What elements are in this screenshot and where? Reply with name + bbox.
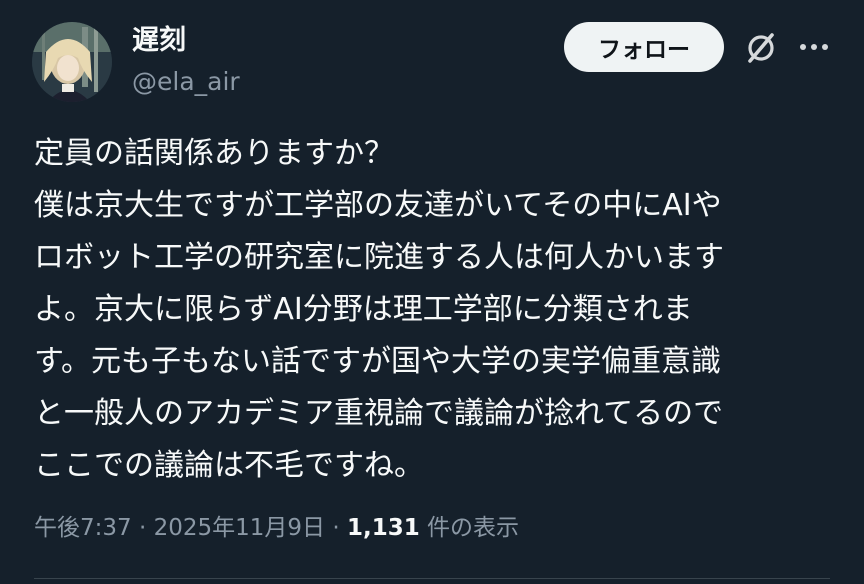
- more-dots-icon[interactable]: [796, 29, 832, 65]
- view-count: 1,131: [346, 515, 420, 541]
- user-avatar-image: [32, 22, 112, 102]
- post-date[interactable]: 2025年11月9日: [154, 515, 325, 541]
- meta-separator: ·: [131, 515, 154, 541]
- post-time[interactable]: 午後7:37: [34, 515, 132, 541]
- author-display-name[interactable]: 遅刻: [132, 24, 186, 58]
- author-handle[interactable]: @ela_air: [132, 66, 240, 98]
- post-meta: 午後7:37 · 2025年11月9日 · 1,131 件の表示: [34, 510, 519, 546]
- grok-slash-icon[interactable]: [742, 29, 780, 67]
- follow-button[interactable]: フォロー: [564, 22, 724, 72]
- avatar[interactable]: [32, 22, 112, 102]
- post-text: 定員の話関係ありますか？ 僕は京大生ですが工学部の友達がいてその中にAIや ロボ…: [34, 136, 724, 483]
- more-dots-icon-svg: [800, 44, 828, 50]
- grok-slash-icon-svg: [748, 33, 774, 63]
- divider: [34, 578, 830, 579]
- meta-separator: ·: [325, 515, 347, 541]
- view-label: 件の表示: [419, 515, 520, 541]
